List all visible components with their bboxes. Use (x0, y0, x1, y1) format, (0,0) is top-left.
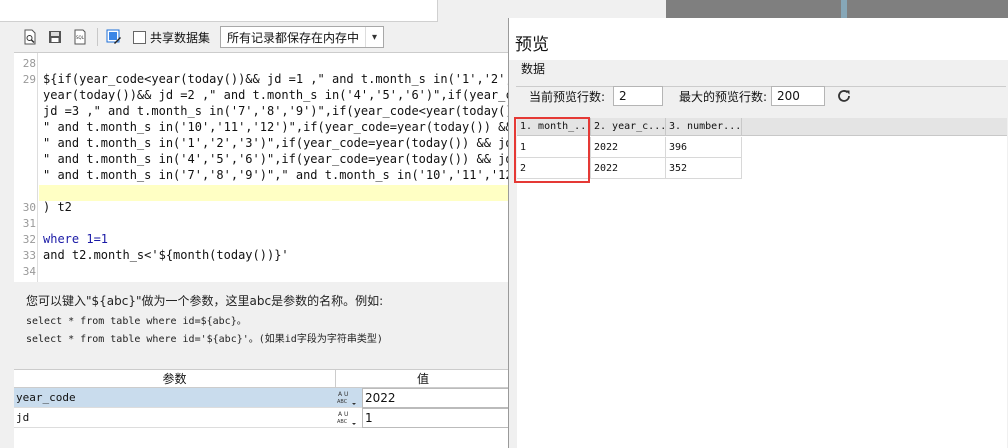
header-filler (742, 118, 1007, 136)
svg-text:ABC: ABC (337, 399, 348, 405)
code-line: and t2.month_s<'${month(today())}' (43, 248, 289, 262)
sql-editor[interactable]: 28 29 30 31 32 33 34 ${if(year_code<year… (14, 52, 510, 282)
code-line: ) t2 (43, 200, 72, 214)
parameter-help: 您可以键入"${abc}"做为一个参数，这里abc是参数的名称。例如: sele… (26, 292, 506, 345)
param-value-input[interactable]: 2022 (362, 388, 512, 408)
param-value-input[interactable]: 1 (362, 408, 512, 428)
dialog-title-bar: 预览 (509, 18, 1008, 60)
table-row[interactable]: jd A U ABC 1 (14, 408, 512, 428)
parameter-table: 参数 值 year_code A U ABC 2022 jd A U ABC 1 (14, 369, 512, 448)
highlight-annotation (514, 117, 590, 183)
line-number: 31 (22, 217, 36, 230)
help-example: select * from table where id=${abc}。 (26, 316, 247, 327)
line-number-gutter (14, 53, 38, 282)
grid-cell[interactable]: 2022 (591, 137, 666, 158)
cache-mode-value: 所有记录都保存在内存中 (227, 30, 360, 45)
save-icon[interactable] (46, 28, 64, 46)
dataset-toolbar: SQL 共享数据集 所有记录都保存在内存中 ▾ (14, 24, 514, 50)
svg-text:U: U (344, 391, 348, 398)
background-stripe (841, 0, 847, 18)
line-number: 29 (22, 73, 36, 86)
edit-icon[interactable] (105, 28, 123, 46)
group-divider (516, 86, 1006, 87)
grid-cell[interactable]: 352 (666, 158, 742, 179)
column-header[interactable]: 3. number... (666, 118, 742, 136)
dialog-title: 预览 (515, 35, 549, 55)
line-number: 34 (22, 265, 36, 278)
help-line: 您可以键入"${abc}"做为一个参数，这里abc是参数的名称。例如: (26, 294, 384, 308)
code-line: " and t.month_s in('7','8','9')"," and t… (43, 168, 510, 182)
preview-icon[interactable] (21, 28, 39, 46)
line-number: 30 (22, 201, 36, 214)
sql-icon[interactable]: SQL (71, 28, 89, 46)
line-number: 28 (22, 57, 36, 70)
string-type-icon[interactable]: A U ABC (336, 388, 358, 408)
current-line-highlight (39, 185, 510, 201)
chevron-down-icon[interactable]: ▾ (365, 27, 383, 47)
param-name-header[interactable]: 参数 (14, 369, 336, 388)
svg-text:ABC: ABC (337, 419, 348, 425)
string-type-icon[interactable]: A U ABC (336, 408, 358, 428)
param-name: jd (16, 411, 30, 424)
line-number: 32 (22, 233, 36, 246)
code-line: " and t.month_s in('1','2','3')",if(year… (43, 136, 510, 150)
help-example: select * from table where id='${abc}'。(如… (26, 334, 383, 345)
param-value-header[interactable]: 值 (336, 369, 510, 388)
line-number: 33 (22, 249, 36, 262)
table-row[interactable]: year_code A U ABC 2022 (14, 388, 512, 408)
refresh-icon[interactable] (835, 87, 853, 105)
column-header[interactable]: 2. year_c... (591, 118, 666, 136)
top-panel (0, 0, 438, 22)
preview-grid: 1. month_... 2. year_c... 3. number... 1… (517, 118, 1007, 448)
code-line: year(today())&& jd =2 ," and t.month_s i… (43, 88, 510, 102)
param-name: year_code (16, 391, 76, 404)
svg-text:SQL: SQL (76, 35, 85, 40)
share-dataset-checkbox[interactable] (133, 30, 146, 44)
current-rows-label: 当前预览行数: (529, 90, 606, 104)
code-line: " and t.month_s in('4','5','6')",if(year… (43, 152, 510, 166)
preview-dialog: 预览 数据 当前预览行数: 2 最大的预览行数: 200 1. month_..… (508, 18, 1008, 448)
group-label: 数据 (519, 60, 548, 77)
cache-mode-select[interactable]: 所有记录都保存在内存中 ▾ (220, 26, 385, 48)
svg-text:A: A (338, 391, 343, 398)
toolbar-separator (97, 28, 98, 46)
share-dataset-label: 共享数据集 (150, 30, 211, 45)
code-line: jd =3 ," and t.month_s in('7','8','9')",… (43, 104, 510, 118)
svg-text:U: U (344, 411, 348, 418)
grid-cell[interactable]: 2022 (591, 158, 666, 179)
background-window (666, 0, 1008, 18)
code-line: ${if(year_code<year(today())&& jd =1 ," … (43, 72, 510, 86)
code-line: " and t.month_s in('10','11','12')",if(y… (43, 120, 510, 134)
code-line: where 1=1 (43, 232, 109, 246)
current-rows-field[interactable]: 2 (613, 86, 663, 106)
grid-cell[interactable]: 396 (666, 137, 742, 158)
svg-text:A: A (338, 411, 343, 418)
max-rows-label: 最大的预览行数: (679, 90, 768, 104)
max-rows-field[interactable]: 200 (771, 86, 825, 106)
